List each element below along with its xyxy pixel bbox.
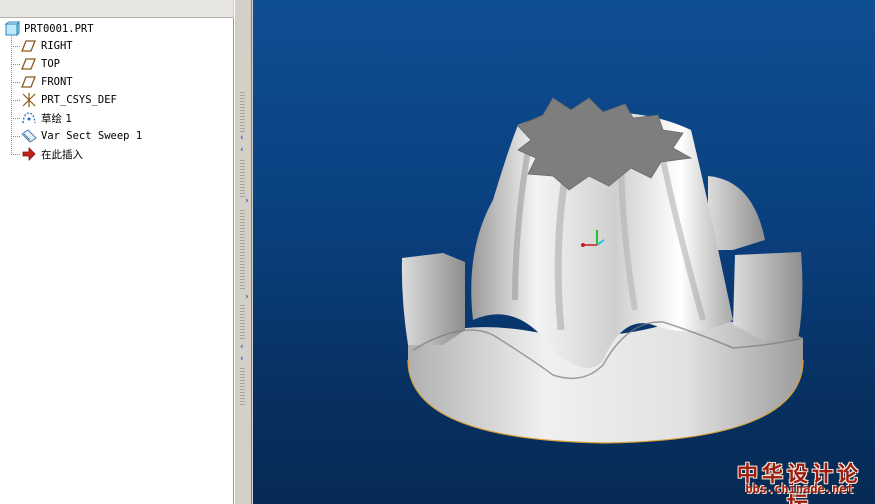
tree-item-prt-csys-def[interactable]: PRT_CSYS_DEF xyxy=(21,91,117,109)
splitter-grip[interactable] xyxy=(240,92,245,132)
tree-branch xyxy=(11,82,20,83)
tree-branch xyxy=(11,136,20,137)
insert-here-arrow-icon xyxy=(21,146,37,162)
gear-right-tab xyxy=(733,252,803,340)
watermark-url: bbs.chinade.net xyxy=(745,482,854,496)
tree-branch xyxy=(11,100,20,101)
tree-item-label: 在此插入 xyxy=(41,148,83,161)
collapse-left-icon[interactable]: ‹ xyxy=(240,354,244,364)
tree-item-right[interactable]: RIGHT xyxy=(21,37,73,55)
sketch-icon xyxy=(21,110,37,126)
tree-item-label: PRT_CSYS_DEF xyxy=(41,94,117,106)
expand-right-icon[interactable]: › xyxy=(245,292,249,302)
expand-right-icon[interactable]: › xyxy=(245,196,249,206)
forum-watermark: 中华设计论坛 bbs.chinade.net xyxy=(728,458,871,504)
tree-item-sketch-1[interactable]: 草绘 1 xyxy=(21,109,72,127)
gear-model[interactable] xyxy=(253,0,875,504)
datum-plane-icon xyxy=(21,38,37,54)
coordinate-system-icon xyxy=(21,92,37,108)
panel-splitter[interactable]: ‹ ‹ › › ‹ ‹ xyxy=(234,0,252,504)
datum-plane-icon xyxy=(21,74,37,90)
part-icon xyxy=(4,21,20,37)
tree-item-label: RIGHT xyxy=(41,40,73,52)
tree-panel-header xyxy=(0,0,233,18)
tree-root-item[interactable]: PRT0001.PRT xyxy=(4,20,94,38)
collapse-left-icon[interactable]: ‹ xyxy=(240,133,244,143)
tree-item-label: 草绘 1 xyxy=(41,112,73,125)
tree-item-label: Var Sect Sweep 1 xyxy=(41,130,143,142)
tree-item-label: TOP xyxy=(41,58,60,70)
tree-branch xyxy=(11,118,20,119)
splitter-grip[interactable] xyxy=(240,160,245,198)
tree-root-label: PRT0001.PRT xyxy=(24,23,94,35)
tree-branch xyxy=(11,46,20,47)
splitter-grip[interactable] xyxy=(240,210,245,290)
splitter-grip[interactable] xyxy=(240,368,245,406)
graphics-viewport[interactable]: 中华设计论坛 bbs.chinade.net xyxy=(253,0,875,504)
tree-item-var-sect-sweep-1[interactable]: Var Sect Sweep 1 xyxy=(21,127,142,145)
collapse-left-icon[interactable]: ‹ xyxy=(240,342,244,352)
splitter-grip[interactable] xyxy=(240,305,245,340)
sweep-feature-icon xyxy=(21,128,37,144)
model-tree-panel[interactable]: PRT0001.PRT RIGHT TOP FRONT PRT_CSYS_DEF… xyxy=(0,18,234,504)
tree-item-insert-here[interactable]: 在此插入 xyxy=(21,145,83,163)
gear-back-tab xyxy=(708,176,765,250)
datum-plane-icon xyxy=(21,56,37,72)
watermark-title: 中华设计论坛 xyxy=(737,461,862,504)
tree-item-label: FRONT xyxy=(41,76,73,88)
tree-item-front[interactable]: FRONT xyxy=(21,73,73,91)
collapse-left-icon[interactable]: ‹ xyxy=(240,145,244,155)
tree-branch xyxy=(11,154,20,155)
tree-branch xyxy=(11,64,20,65)
tree-item-top[interactable]: TOP xyxy=(21,55,60,73)
